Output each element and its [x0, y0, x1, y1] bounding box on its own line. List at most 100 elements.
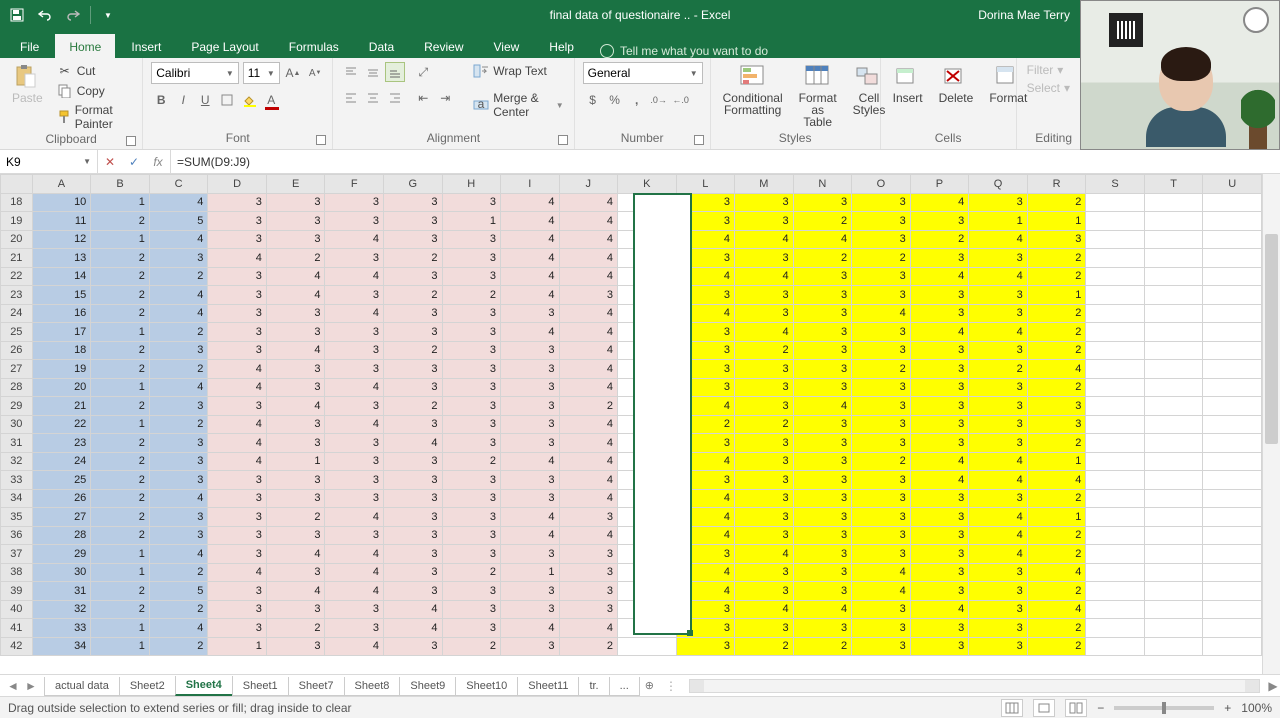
cell-N18[interactable]: 3 — [793, 193, 852, 212]
cell-S21[interactable] — [1086, 249, 1145, 268]
cell-E32[interactable]: 1 — [266, 452, 325, 471]
cancel-formula-icon[interactable]: ✕ — [98, 155, 122, 169]
cell-J19[interactable]: 4 — [559, 212, 617, 231]
cell-A27[interactable]: 19 — [32, 360, 91, 379]
cell-U25[interactable] — [1203, 323, 1262, 342]
cell-H32[interactable]: 2 — [442, 452, 501, 471]
cell-M30[interactable]: 2 — [735, 415, 794, 434]
cell-R38[interactable]: 4 — [1027, 563, 1086, 582]
cell-H33[interactable]: 3 — [442, 471, 501, 490]
cell-G26[interactable]: 2 — [383, 341, 442, 360]
underline-button[interactable]: U — [195, 90, 215, 110]
cell-L28[interactable]: 3 — [676, 378, 734, 397]
cell-Q35[interactable]: 4 — [969, 508, 1028, 527]
cell-H23[interactable]: 2 — [442, 286, 501, 305]
cell-I34[interactable]: 3 — [501, 489, 559, 508]
cell-A31[interactable]: 23 — [32, 434, 91, 453]
cell-R39[interactable]: 2 — [1027, 582, 1086, 601]
cell-I27[interactable]: 3 — [501, 360, 559, 379]
cell-H27[interactable]: 3 — [442, 360, 501, 379]
cell-H20[interactable]: 3 — [442, 230, 501, 249]
cell-S24[interactable] — [1086, 304, 1145, 323]
cell-C29[interactable]: 3 — [149, 397, 208, 416]
tab-data[interactable]: Data — [355, 34, 408, 58]
cell-A42[interactable]: 34 — [32, 637, 91, 656]
cell-H25[interactable]: 3 — [442, 323, 501, 342]
cell-I28[interactable]: 3 — [501, 378, 559, 397]
cell-B28[interactable]: 1 — [91, 378, 150, 397]
cell-A32[interactable]: 24 — [32, 452, 91, 471]
cell-K25[interactable] — [618, 323, 677, 342]
redo-icon[interactable] — [62, 4, 84, 26]
cell-T26[interactable] — [1144, 341, 1203, 360]
cell-F29[interactable]: 3 — [325, 397, 384, 416]
cell-B25[interactable]: 1 — [91, 323, 150, 342]
cell-I24[interactable]: 3 — [501, 304, 559, 323]
cell-L21[interactable]: 3 — [676, 249, 734, 268]
cell-K30[interactable] — [618, 415, 677, 434]
cell-G30[interactable]: 3 — [383, 415, 442, 434]
cell-D32[interactable]: 4 — [208, 452, 267, 471]
delete-cells-button[interactable]: Delete — [935, 62, 978, 106]
cell-T30[interactable] — [1144, 415, 1203, 434]
row-header-35[interactable]: 35 — [1, 508, 33, 527]
cell-T42[interactable] — [1144, 637, 1203, 656]
cell-F34[interactable]: 3 — [325, 489, 384, 508]
cell-A37[interactable]: 29 — [32, 545, 91, 564]
cell-S34[interactable] — [1086, 489, 1145, 508]
col-header-N[interactable]: N — [793, 175, 852, 194]
cell-M39[interactable]: 3 — [735, 582, 794, 601]
cell-R25[interactable]: 2 — [1027, 323, 1086, 342]
cell-U27[interactable] — [1203, 360, 1262, 379]
cell-E23[interactable]: 4 — [266, 286, 325, 305]
cell-R35[interactable]: 1 — [1027, 508, 1086, 527]
cell-I18[interactable]: 4 — [501, 193, 559, 212]
cell-A33[interactable]: 25 — [32, 471, 91, 490]
row-header-29[interactable]: 29 — [1, 397, 33, 416]
cell-K36[interactable] — [618, 526, 677, 545]
cell-I22[interactable]: 4 — [501, 267, 559, 286]
row-header-37[interactable]: 37 — [1, 545, 33, 564]
cell-D23[interactable]: 3 — [208, 286, 267, 305]
filter-button[interactable]: Filter▾ — [1025, 62, 1072, 78]
scroll-right-icon[interactable]: ▶ — [1266, 679, 1280, 693]
cell-R24[interactable]: 2 — [1027, 304, 1086, 323]
cell-B22[interactable]: 2 — [91, 267, 150, 286]
cell-P42[interactable]: 3 — [910, 637, 969, 656]
cell-L42[interactable]: 3 — [676, 637, 734, 656]
tab-insert[interactable]: Insert — [117, 34, 175, 58]
cell-P23[interactable]: 3 — [910, 286, 969, 305]
col-header-O[interactable]: O — [852, 175, 911, 194]
cell-C38[interactable]: 2 — [149, 563, 208, 582]
cell-H35[interactable]: 3 — [442, 508, 501, 527]
cell-D41[interactable]: 3 — [208, 619, 267, 638]
cell-T25[interactable] — [1144, 323, 1203, 342]
cell-P18[interactable]: 4 — [910, 193, 969, 212]
cell-F25[interactable]: 3 — [325, 323, 384, 342]
cell-L37[interactable]: 3 — [676, 545, 734, 564]
cell-K23[interactable] — [618, 286, 677, 305]
cell-E38[interactable]: 3 — [266, 563, 325, 582]
decrease-indent-icon[interactable]: ⇤ — [413, 88, 433, 108]
cell-K33[interactable] — [618, 471, 677, 490]
cell-B18[interactable]: 1 — [91, 193, 150, 212]
col-header-C[interactable]: C — [149, 175, 208, 194]
cell-O34[interactable]: 3 — [852, 489, 911, 508]
cell-B35[interactable]: 2 — [91, 508, 150, 527]
cell-G24[interactable]: 3 — [383, 304, 442, 323]
cell-O42[interactable]: 3 — [852, 637, 911, 656]
cell-N21[interactable]: 2 — [793, 249, 852, 268]
tab-page-layout[interactable]: Page Layout — [177, 34, 272, 58]
cell-T36[interactable] — [1144, 526, 1203, 545]
cell-Q37[interactable]: 4 — [969, 545, 1028, 564]
cell-H21[interactable]: 3 — [442, 249, 501, 268]
cell-P36[interactable]: 3 — [910, 526, 969, 545]
cell-C36[interactable]: 3 — [149, 526, 208, 545]
zoom-out-icon[interactable]: − — [1097, 701, 1104, 715]
cell-U22[interactable] — [1203, 267, 1262, 286]
cell-M23[interactable]: 3 — [735, 286, 794, 305]
row-header-31[interactable]: 31 — [1, 434, 33, 453]
cell-S42[interactable] — [1086, 637, 1145, 656]
cell-Q29[interactable]: 3 — [969, 397, 1028, 416]
cell-J40[interactable]: 3 — [559, 600, 617, 619]
